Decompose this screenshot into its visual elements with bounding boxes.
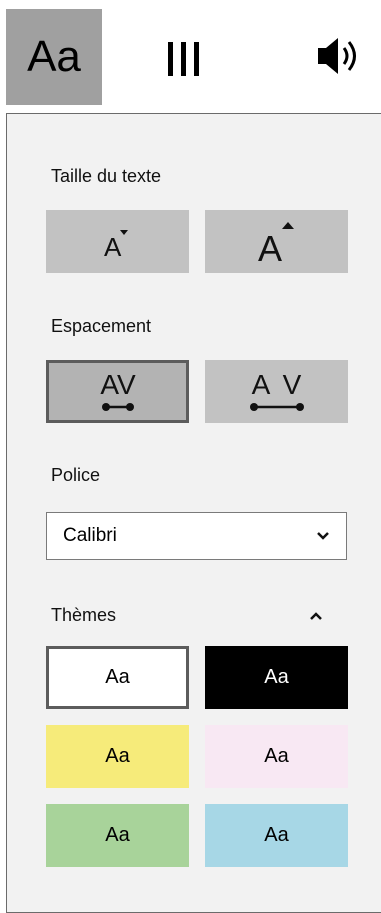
- narrow-spacing-button[interactable]: AV: [46, 360, 189, 423]
- text-size-small-glyph: A: [104, 232, 122, 262]
- increase-text-size-icon: A: [258, 221, 294, 267]
- theme-black-button[interactable]: Aa: [205, 646, 348, 709]
- text-preferences-panel: Taille du texte A A Espacement AV A V Po: [6, 113, 381, 913]
- spacing-label: Espacement: [51, 316, 152, 336]
- font-select[interactable]: Calibri: [46, 512, 347, 560]
- theme-yellow-label: Aa: [105, 745, 130, 767]
- text-preferences-tab[interactable]: Aa: [6, 9, 102, 105]
- theme-black-label: Aa: [264, 666, 289, 688]
- wide-spacing-glyph-v: V: [282, 369, 301, 400]
- narrow-spacing-glyph: AV: [100, 369, 136, 400]
- wide-spacing-icon: A V: [249, 369, 304, 411]
- theme-yellow-button[interactable]: Aa: [46, 725, 189, 788]
- increase-text-size-button[interactable]: A: [205, 210, 348, 273]
- toolbar: Aa: [0, 0, 381, 110]
- themes-label: Thèmes: [51, 605, 117, 625]
- theme-blue-button[interactable]: Aa: [205, 804, 348, 867]
- wide-spacing-button[interactable]: A V: [205, 360, 348, 423]
- read-aloud-tab[interactable]: [310, 26, 370, 86]
- narrow-spacing-icon: AV: [100, 369, 136, 411]
- theme-white-button[interactable]: Aa: [46, 646, 189, 709]
- theme-pink-label: Aa: [264, 745, 289, 767]
- theme-white-label: Aa: [105, 666, 130, 688]
- theme-pink-button[interactable]: Aa: [205, 725, 348, 788]
- chevron-down-icon: [317, 532, 329, 540]
- columns-tab[interactable]: [160, 32, 212, 84]
- theme-blue-label: Aa: [264, 824, 289, 846]
- wide-spacing-glyph-a: A: [251, 369, 270, 400]
- font-select-value: Calibri: [63, 525, 117, 546]
- theme-green-button[interactable]: Aa: [46, 804, 189, 867]
- theme-green-label: Aa: [105, 824, 130, 846]
- speaker-icon: [318, 38, 356, 74]
- text-size-label: Taille du texte: [51, 166, 162, 186]
- chevron-up-icon[interactable]: [309, 611, 323, 621]
- font-label: Police: [51, 465, 101, 485]
- decrease-text-size-icon: A: [104, 229, 128, 262]
- decrease-text-size-button[interactable]: A: [46, 210, 189, 273]
- text-size-large-glyph: A: [258, 228, 282, 267]
- text-tab-label: Aa: [27, 32, 81, 81]
- columns-icon: [168, 42, 199, 76]
